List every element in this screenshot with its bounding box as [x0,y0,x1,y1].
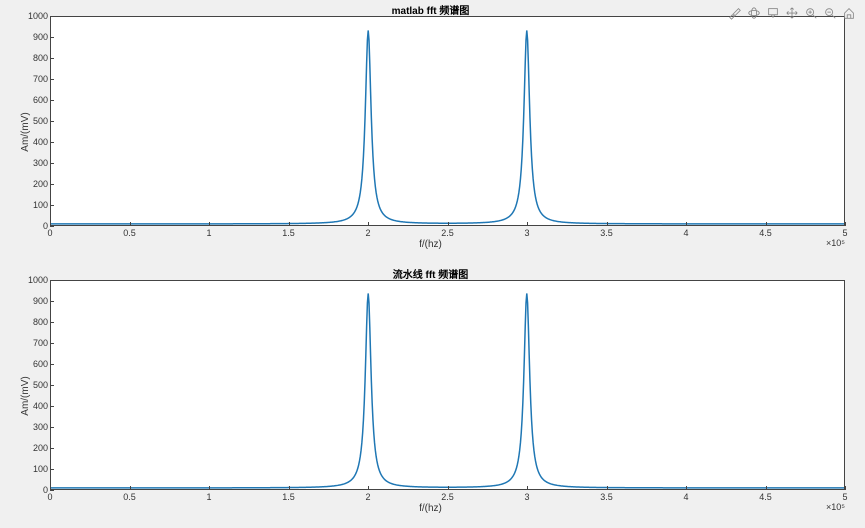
plot-area[interactable] [50,280,845,490]
x-axis-label: f/(hz) [419,503,442,514]
x-tick-label: 5 [842,228,847,238]
zoom-in-icon[interactable] [803,5,819,21]
x-tick-label: 2.5 [441,228,454,238]
y-tick-label: 700 [18,74,48,84]
chart-title: 流水线 fft 频谱图 [2,266,859,281]
x-tick-label: 1.5 [282,492,295,502]
y-tick-label: 900 [18,296,48,306]
y-tick-label: 400 [18,137,48,147]
y-tick-label: 100 [18,464,48,474]
x-tick-label: 3.5 [600,492,613,502]
y-tick-label: 800 [18,53,48,63]
x-tick-label: 1 [206,228,211,238]
brush-icon[interactable] [727,5,743,21]
y-tick-label: 300 [18,158,48,168]
y-tick-label: 300 [18,422,48,432]
x-tick-label: 0 [47,492,52,502]
y-tick-label: 600 [18,95,48,105]
y-tick-label: 800 [18,317,48,327]
y-tick-label: 0 [18,221,48,231]
zoom-out-icon[interactable] [822,5,838,21]
x-tick-label: 0 [47,228,52,238]
y-tick-label: 0 [18,485,48,495]
y-tick-label: 400 [18,401,48,411]
y-tick-label: 100 [18,200,48,210]
x-tick-label: 3.5 [600,228,613,238]
datatip-icon[interactable] [765,5,781,21]
x-tick-label: 0.5 [123,492,136,502]
x-axis-exponent: ×10⁵ [826,238,845,248]
subplot-bottom: 流水线 fft 频谱图 Am/(mV) f/(hz) ×10⁵ 01002003… [2,266,859,526]
x-tick-label: 4 [683,492,688,502]
figure-toolbar [727,5,857,21]
x-tick-label: 5 [842,492,847,502]
x-axis-exponent: ×10⁵ [826,502,845,512]
y-tick-label: 900 [18,32,48,42]
x-tick-label: 4.5 [759,492,772,502]
y-tick-label: 200 [18,443,48,453]
y-tick-label: 500 [18,116,48,126]
x-tick-label: 1 [206,492,211,502]
y-tick-label: 500 [18,380,48,390]
x-tick-label: 2 [365,492,370,502]
y-tick-label: 1000 [18,275,48,285]
rotate3d-icon[interactable] [746,5,762,21]
x-tick-label: 4.5 [759,228,772,238]
spectrum-line [51,17,844,225]
x-tick-label: 2.5 [441,492,454,502]
y-tick-label: 600 [18,359,48,369]
spectrum-line [51,281,844,489]
x-tick-label: 1.5 [282,228,295,238]
pan-icon[interactable] [784,5,800,21]
y-tick-label: 1000 [18,11,48,21]
x-axis-label: f/(hz) [419,239,442,250]
x-tick-label: 4 [683,228,688,238]
y-tick-label: 200 [18,179,48,189]
x-tick-label: 0.5 [123,228,136,238]
x-tick-label: 3 [524,228,529,238]
figure-area: matlab fft 频谱图 Am/(mV) f/(hz) ×10⁵ 01002… [0,0,865,528]
x-tick-label: 2 [365,228,370,238]
home-icon[interactable] [841,5,857,21]
x-tick-label: 3 [524,492,529,502]
subplot-top: matlab fft 频谱图 Am/(mV) f/(hz) ×10⁵ 01002… [2,2,859,262]
plot-area[interactable] [50,16,845,226]
y-tick-label: 700 [18,338,48,348]
